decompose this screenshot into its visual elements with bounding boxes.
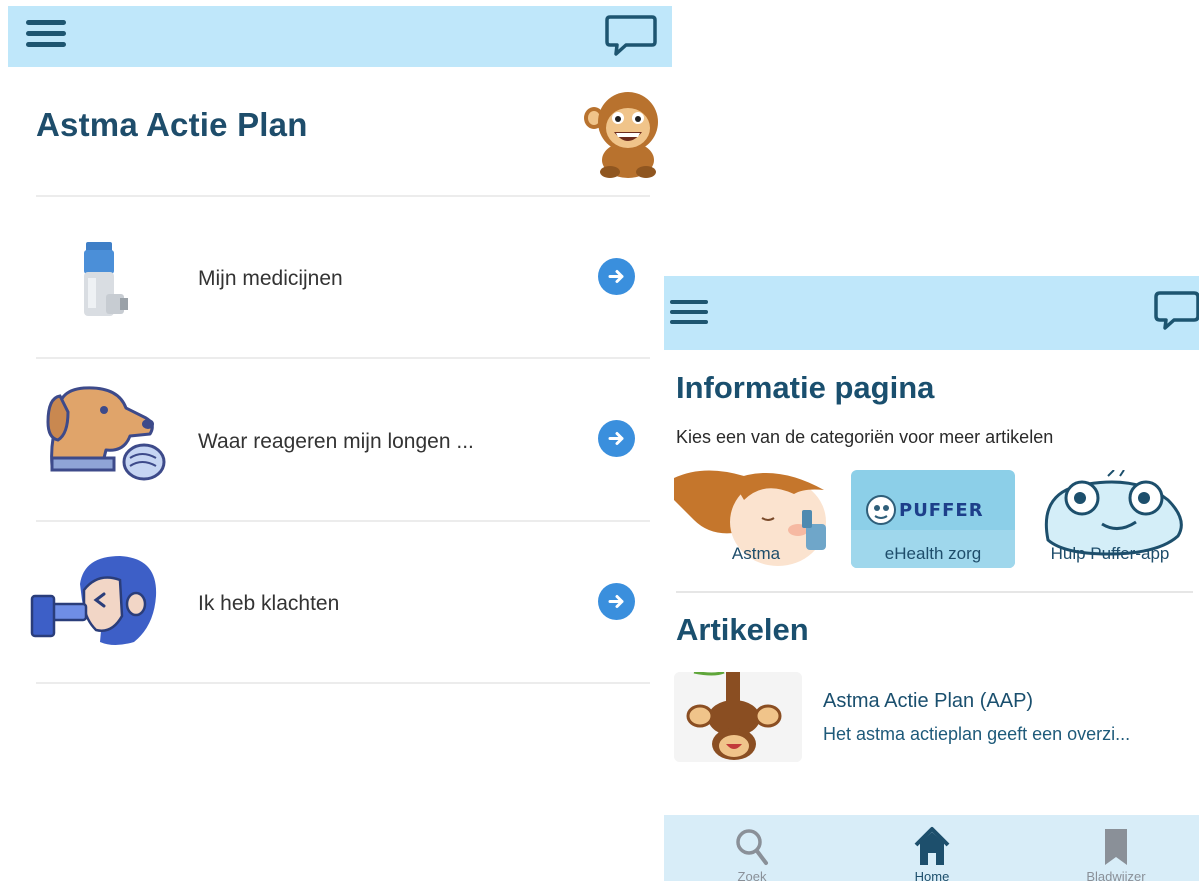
menu-row-label: Mijn medicijnen [198,267,343,290]
menu-icon[interactable] [670,300,708,330]
article-title: Astma Actie Plan (AAP) [823,690,1034,712]
arrow-right-icon [608,595,624,608]
menu-row-label: Ik heb klachten [198,592,340,615]
menu-icon[interactable] [26,20,66,53]
puffer-logo-text: PUFFER [899,500,984,521]
nav-home[interactable]: Home [872,815,992,881]
arrow-right-button[interactable] [598,583,635,620]
arrow-right-button[interactable] [598,420,635,457]
chat-icon[interactable] [604,12,658,58]
child-inhaler-icon [30,556,157,645]
dog-allergy-icon [46,386,166,481]
page-subtitle: Kies een van de categoriën voor meer art… [676,427,1054,447]
nav-label: Home [914,869,950,881]
divider [36,520,650,522]
inhaler-icon [84,242,128,316]
category-card-astma[interactable]: Astma [674,470,838,568]
articles-heading: Artikelen [676,612,809,647]
category-label: Hulp Puffer-app [1050,544,1170,563]
article-description: Het astma actieplan geeft een overzi... [823,724,1131,744]
search-icon [736,829,768,865]
divider [36,682,650,684]
nav-bladwijzer[interactable]: Bladwijzer [1056,815,1176,881]
page-title: Informatie pagina [676,370,935,405]
nav-label: Zoek [737,869,767,881]
chat-icon[interactable] [1154,288,1199,332]
nav-label: Bladwijzer [1086,869,1146,881]
bottom-nav: Zoek Home Bladwijzer [664,815,1199,881]
divider [676,591,1193,593]
category-label: Astma [731,544,781,563]
top-bar [8,6,672,67]
menu-row-label: Waar reageren mijn longen ... [198,430,474,453]
divider [36,195,650,197]
divider [36,357,650,359]
page-title: Astma Actie Plan [36,106,308,143]
monkey-mascot-icon [584,92,658,178]
arrow-right-icon [608,270,624,283]
nav-zoek[interactable]: Zoek [692,815,812,881]
category-card-ehealth[interactable]: PUFFER eHealth zorg [851,470,1015,568]
category-card-hulp-puffer[interactable]: Hulp Puffer-app [1028,470,1192,568]
category-label: eHealth zorg [884,544,982,563]
arrow-right-button[interactable] [598,258,635,295]
top-bar [664,276,1199,350]
bookmark-icon [1105,829,1127,865]
arrow-right-icon [608,432,624,445]
astma-actie-plan-screen: Astma Actie Plan Mijn medicijnen Waar re… [8,6,672,881]
informatie-screen: Informatie pagina Kies een van de catego… [664,276,1199,881]
monkey-hanging-image [674,672,802,762]
home-icon [914,827,950,865]
